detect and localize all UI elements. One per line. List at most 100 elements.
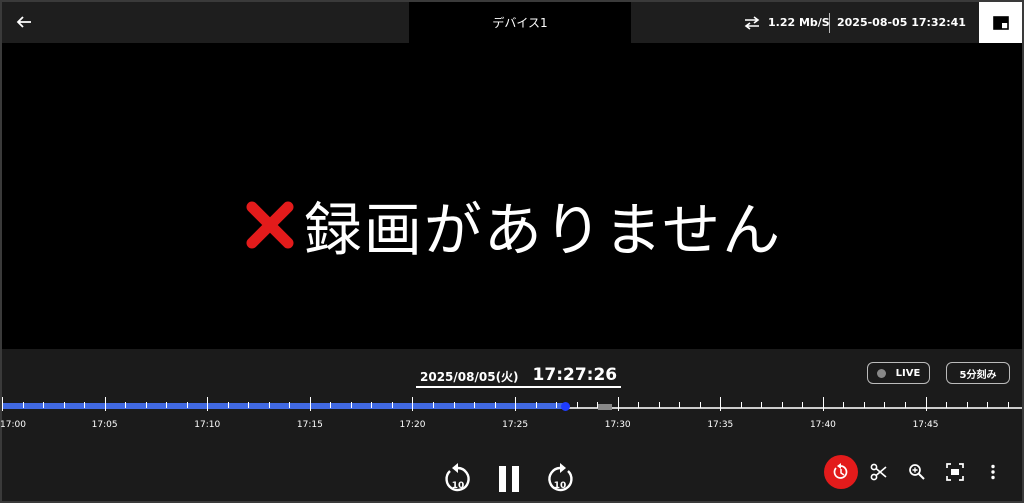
timeline-minor-tick: [166, 402, 168, 408]
scissors-icon: [870, 463, 887, 481]
timeline-label: 17:35: [707, 420, 734, 430]
gap-marker: [597, 404, 612, 410]
timeline-minor-tick: [843, 402, 845, 408]
live-label: LIVE: [895, 367, 921, 379]
header-divider: [829, 13, 830, 33]
clip-button[interactable]: [862, 455, 896, 489]
timeline-minor-tick: [22, 402, 24, 408]
timeline-minor-tick: [268, 402, 270, 408]
timeline-label: 17:00: [0, 420, 26, 430]
timeline-major-tick: [925, 397, 927, 411]
timeline-minor-tick: [145, 402, 147, 408]
timeline-minor-tick: [84, 402, 86, 408]
timeline-minor-tick: [781, 402, 783, 408]
timeline-minor-tick: [125, 402, 127, 408]
playback-datetime[interactable]: 2025/08/05(火) 17:27:26: [416, 363, 622, 388]
timeline-label: 17:45: [912, 420, 939, 430]
timeline[interactable]: 17:00 17:05 17:10 17:15 17:20 17:25 17:30 17:35…: [0, 397, 1022, 447]
timeline-minor-tick: [740, 402, 742, 408]
player-buttons: 10 10: [442, 462, 576, 496]
bitrate-indicator: 1.22 Mb/S: [744, 2, 830, 43]
live-status-dot: [876, 368, 886, 378]
current-datetime: 2025-08-05 17:32:41: [837, 16, 966, 29]
timeline-minor-tick: [987, 402, 989, 408]
timeline-label: 17:25: [502, 420, 529, 430]
timeline-minor-tick: [63, 402, 65, 408]
history-icon: [833, 463, 848, 479]
back-button[interactable]: [12, 10, 36, 34]
forward-10-icon: 10: [548, 463, 573, 492]
no-recording-message: 録画がありません: [2, 183, 1022, 267]
more-button[interactable]: [976, 455, 1010, 489]
timeline-minor-tick: [802, 402, 804, 408]
pause-icon: [499, 466, 519, 492]
timeline-minor-tick: [946, 402, 948, 408]
timeline-minor-tick: [576, 402, 578, 408]
timeline-major-tick: [207, 397, 209, 411]
timeline-minor-tick: [679, 402, 681, 408]
timeline-minor-tick: [905, 402, 907, 408]
timeline-minor-tick: [535, 402, 537, 408]
timeline-minor-tick: [863, 402, 865, 408]
timeline-minor-tick: [43, 402, 45, 408]
playback-controls: 2025/08/05(火) 17:27:26 LIVE 5分刻み 17:00 17…: [0, 349, 1022, 501]
rewind-10-label: 10: [452, 481, 465, 491]
timeline-minor-tick: [884, 402, 886, 408]
interval-button[interactable]: 5分刻み: [946, 362, 1010, 384]
arrow-left-icon: [16, 16, 31, 28]
layout-toggle-button[interactable]: [979, 2, 1022, 43]
fullscreen-button[interactable]: [938, 455, 972, 489]
timeline-major-tick: [515, 397, 517, 411]
timeline-major-tick: [617, 397, 619, 411]
interval-label: 5分刻み: [959, 369, 997, 381]
timeline-minor-tick: [1007, 402, 1009, 408]
close-icon: [246, 201, 294, 249]
zoom-button[interactable]: [900, 455, 934, 489]
timeline-cursor[interactable]: [560, 402, 570, 411]
live-button[interactable]: LIVE: [867, 362, 930, 384]
timeline-label: 17:20: [399, 420, 426, 430]
timeline-major-tick: [822, 397, 824, 411]
timeline-minor-tick: [638, 402, 640, 408]
timeline-minor-tick: [432, 402, 434, 408]
rewind-10-icon: 10: [445, 463, 470, 492]
timeline-minor-tick: [658, 402, 660, 408]
forward-10-button[interactable]: 10: [544, 462, 576, 496]
fullscreen-icon: [946, 463, 964, 481]
timeline-label: 17:10: [194, 420, 221, 430]
timeline-minor-tick: [289, 402, 291, 408]
timeline-minor-tick: [966, 402, 968, 408]
timeline-label: 17:40: [809, 420, 836, 430]
playback-time: 17:27:26: [532, 365, 618, 385]
layout-icon: [992, 15, 1009, 30]
timeline-minor-tick: [453, 402, 455, 408]
timeline-major-tick: [309, 397, 311, 411]
timeline-major-tick: [104, 397, 106, 411]
swap-icon: [744, 15, 760, 30]
history-button[interactable]: [824, 455, 858, 489]
recorded-segment: [2, 403, 565, 409]
rewind-10-button[interactable]: 10: [442, 462, 474, 496]
timeline-label: 17:30: [604, 420, 631, 430]
video-area: 録画がありません: [2, 43, 1022, 349]
timeline-minor-tick: [699, 402, 701, 408]
pause-button[interactable]: [494, 463, 524, 495]
timeline-minor-tick: [186, 402, 188, 408]
playback-date: 2025/08/05(火): [420, 370, 519, 384]
more-icon: [991, 464, 995, 480]
timeline-major-tick: [720, 397, 722, 411]
timeline-minor-tick: [350, 402, 352, 408]
timeline-major-tick: [2, 397, 3, 411]
top-bar: デバイス1 1.22 Mb/S 2025-08-05 17:32:41: [2, 2, 1022, 43]
timeline-minor-tick: [556, 402, 558, 408]
timeline-minor-tick: [494, 402, 496, 408]
bitrate-value: 1.22 Mb/S: [768, 16, 830, 29]
timeline-label: 17:05: [91, 420, 118, 430]
timeline-minor-tick: [371, 402, 373, 408]
timeline-minor-tick: [597, 402, 599, 408]
tool-bar: [824, 455, 1014, 489]
forward-10-label: 10: [554, 481, 567, 491]
timeline-major-tick: [412, 397, 414, 411]
timeline-minor-tick: [248, 402, 250, 408]
timeline-minor-tick: [330, 402, 332, 408]
